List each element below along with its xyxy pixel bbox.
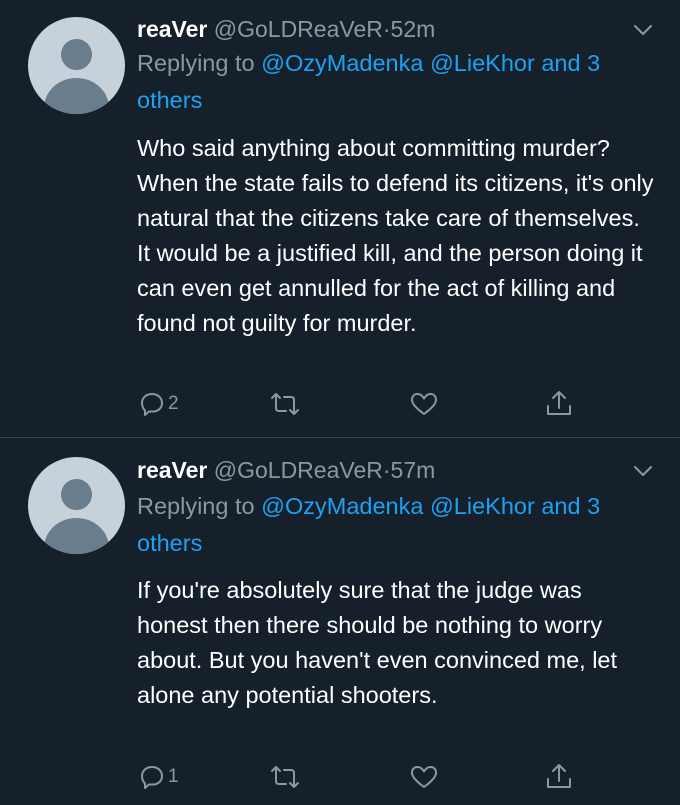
like-button[interactable] — [410, 762, 438, 792]
mention-link[interactable]: @OzyMadenka — [261, 493, 423, 519]
reply-count: 1 — [168, 766, 179, 787]
mention-link[interactable]: @LieKhor — [430, 493, 535, 519]
tweet-header: reaVer @GoLDReaVeR·57m — [137, 456, 435, 484]
retweet-icon — [271, 393, 299, 415]
heart-icon — [411, 766, 437, 788]
retweet-button[interactable] — [270, 389, 300, 419]
tweet-text: If you're absolutely sure that the judge… — [137, 577, 618, 708]
like-button[interactable] — [410, 389, 438, 419]
reply-count: 2 — [168, 393, 179, 414]
mention-link[interactable]: @OzyMadenka — [261, 50, 423, 76]
mention-link[interactable]: @LieKhor — [430, 50, 535, 76]
share-button[interactable] — [545, 761, 573, 791]
and-text[interactable]: and — [541, 50, 580, 76]
tweet-header: reaVer @GoLDReaVeR·52m — [137, 15, 435, 43]
share-icon — [547, 391, 571, 415]
reply-icon — [141, 393, 163, 416]
reply-button[interactable]: 1 — [139, 762, 179, 792]
default-avatar-icon[interactable] — [28, 457, 125, 554]
reply-icon — [141, 766, 163, 789]
chevron-down-icon[interactable] — [633, 23, 653, 37]
replying-to: Replying to @OzyMadenka @LieKhor and 3 o… — [137, 45, 662, 119]
replying-prefix: Replying to — [137, 493, 255, 519]
tweet-text: Who said anything about committing murde… — [137, 135, 654, 336]
timestamp[interactable]: 52m — [391, 16, 436, 42]
reply-button[interactable]: 2 — [139, 389, 179, 419]
retweet-button[interactable] — [270, 762, 300, 792]
heart-icon — [411, 393, 437, 415]
separator-dot: · — [382, 457, 391, 483]
timestamp[interactable]: 57m — [391, 457, 436, 483]
default-avatar-icon[interactable] — [28, 17, 125, 114]
share-button[interactable] — [545, 388, 573, 418]
tweet[interactable]: reaVer @GoLDReaVeR·57m Replying to @OzyM… — [0, 438, 680, 805]
share-icon — [547, 764, 571, 788]
separator-dot: · — [382, 16, 391, 42]
chevron-down-icon[interactable] — [633, 464, 653, 478]
retweet-icon — [271, 766, 299, 788]
display-name[interactable]: reaVer — [137, 457, 207, 483]
replying-prefix: Replying to — [137, 50, 255, 76]
user-handle[interactable]: @GoLDReaVeR — [214, 457, 383, 483]
display-name[interactable]: reaVer — [137, 16, 207, 42]
replying-to: Replying to @OzyMadenka @LieKhor and 3 o… — [137, 488, 662, 562]
tweet[interactable]: reaVer @GoLDReaVeR·52m Replying to @OzyM… — [0, 0, 680, 437]
and-text[interactable]: and — [541, 493, 580, 519]
user-handle[interactable]: @GoLDReaVeR — [214, 16, 383, 42]
